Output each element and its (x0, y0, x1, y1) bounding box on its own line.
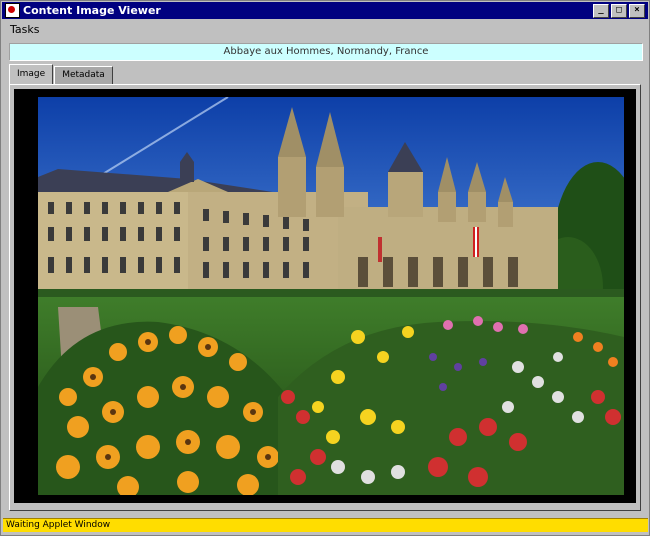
java-app-icon[interactable] (5, 3, 20, 18)
applet-warning-status: Waiting Applet Window (3, 518, 648, 532)
image-caption: Abbaye aux Hommes, Normandy, France (9, 43, 643, 61)
window-title: Content Image Viewer (23, 4, 161, 17)
abbey-photo (38, 97, 624, 495)
close-button[interactable]: × (629, 3, 645, 18)
title-bar[interactable]: Content Image Viewer _ □ × (2, 2, 648, 19)
menu-tasks[interactable]: Tasks (2, 23, 47, 36)
tab-metadata[interactable]: Metadata (54, 66, 113, 84)
menu-bar: Tasks (2, 20, 648, 38)
tab-strip: Image Metadata (9, 64, 113, 85)
minimize-button[interactable]: _ (593, 3, 609, 18)
tab-image[interactable]: Image (9, 64, 54, 84)
maximize-button[interactable]: □ (611, 3, 627, 18)
image-frame (14, 89, 636, 503)
content-image-viewer-window: Content Image Viewer _ □ × Tasks Abbaye … (0, 0, 650, 536)
